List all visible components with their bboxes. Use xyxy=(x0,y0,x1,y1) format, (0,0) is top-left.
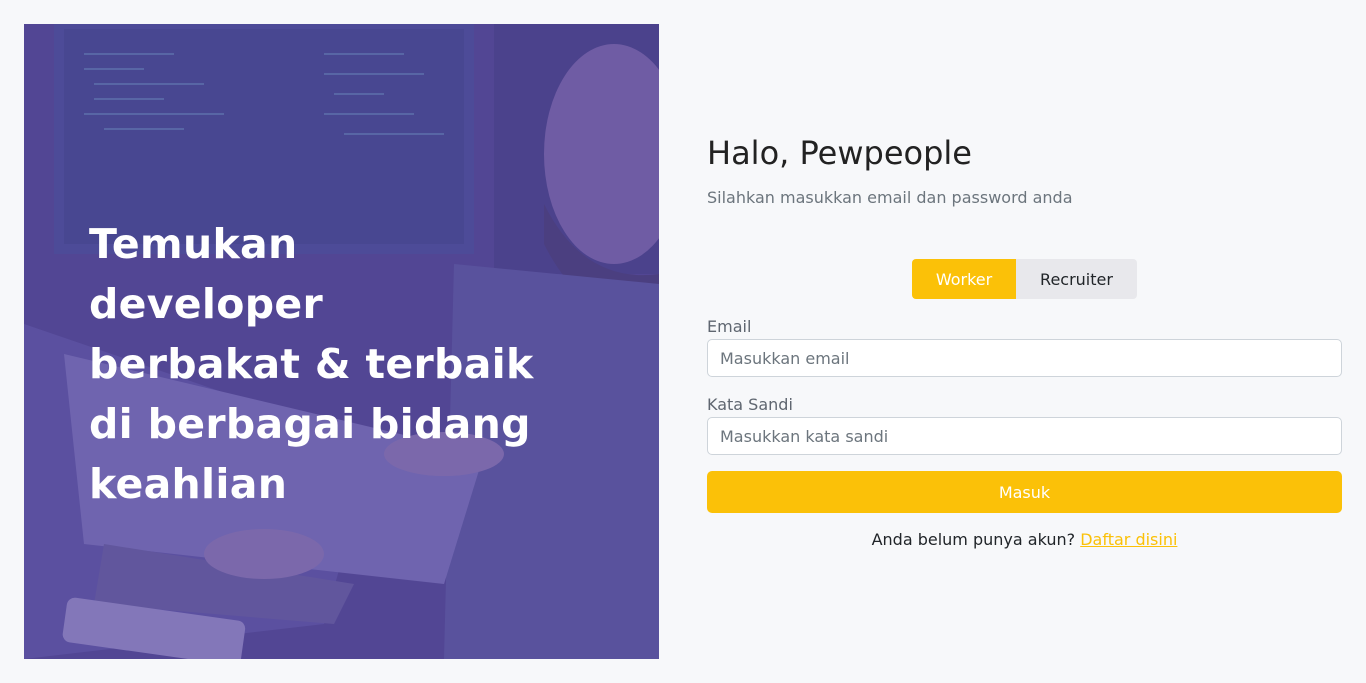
login-button[interactable]: Masuk xyxy=(707,471,1342,513)
hero-headline-line: di berbagai bidang xyxy=(89,400,531,448)
hero-panel: Temukan developer berbakat & terbaik di … xyxy=(24,24,659,659)
register-link[interactable]: Daftar disini xyxy=(1080,530,1177,549)
hero-headline-line: keahlian xyxy=(89,460,288,508)
hero-headline-line: developer xyxy=(89,280,323,328)
hero-headline-line: berbakat & terbaik xyxy=(89,340,534,388)
page-subtitle: Silahkan masukkan email dan password and… xyxy=(707,188,1073,207)
role-recruiter-button[interactable]: Recruiter xyxy=(1016,259,1137,299)
role-worker-button[interactable]: Worker xyxy=(912,259,1016,299)
register-prompt: Anda belum punya akun? Daftar disini xyxy=(707,530,1342,549)
role-toggle: Worker Recruiter xyxy=(912,259,1137,299)
page-title: Halo, Pewpeople xyxy=(707,134,972,172)
email-label: Email xyxy=(707,317,752,336)
hero-headline-line: Temukan xyxy=(89,220,298,268)
password-label: Kata Sandi xyxy=(707,395,793,414)
hero-headline: Temukan developer berbakat & terbaik di … xyxy=(89,214,549,514)
login-form: Halo, Pewpeople Silahkan masukkan email … xyxy=(707,0,1342,683)
register-prompt-text: Anda belum punya akun? xyxy=(871,530,1076,549)
email-field[interactable] xyxy=(707,339,1342,377)
password-field[interactable] xyxy=(707,417,1342,455)
